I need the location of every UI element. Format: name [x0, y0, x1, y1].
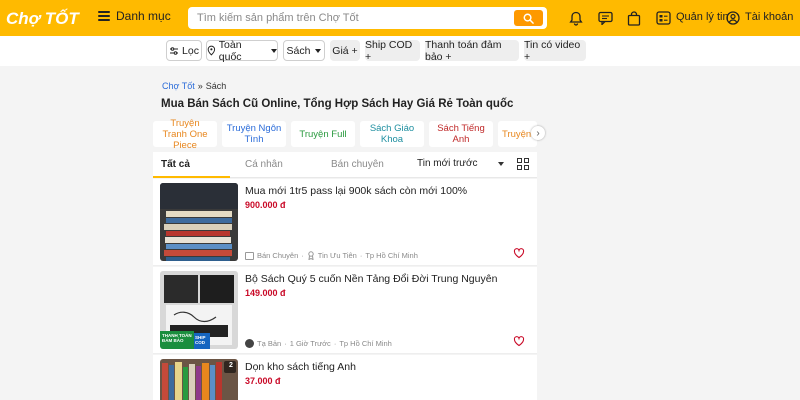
category-chip-ngon-tinh[interactable]: Truyện Ngôn Tình: [222, 121, 286, 147]
filter-bar: Lọc Toàn quốc Sách Giá + Ship COD + Than…: [0, 36, 800, 66]
sort-dropdown[interactable]: Tin mới trước: [417, 158, 478, 169]
filter-button[interactable]: Lọc: [166, 40, 202, 61]
priority-badge-icon: [308, 251, 314, 260]
category-dropdown[interactable]: Sách: [283, 40, 325, 61]
listing-location: Tp Hồ Chí Minh: [339, 339, 392, 348]
top-header: Chợ TỐT Danh mục Tìm kiếm sản phẩm trên …: [0, 0, 800, 36]
search-button[interactable]: [514, 10, 543, 26]
listing-tabs: Tất cả Cá nhân Bán chuyên Tin mới trước: [153, 152, 537, 178]
listing-item[interactable]: Mua mới 1tr5 pass lại 900k sách còn mới …: [153, 179, 537, 266]
listing-badge: Tin Ưu Tiên: [317, 251, 357, 260]
meta-dot: ·: [301, 251, 304, 260]
chevron-down-icon: [271, 48, 277, 53]
search-box[interactable]: Tìm kiếm sản phẩm trên Chợ Tốt: [188, 7, 547, 29]
seller-avatar: [245, 339, 254, 348]
chevron-right-icon[interactable]: ›: [531, 126, 545, 140]
meta-dot: ·: [359, 251, 363, 260]
category-menu-label: Danh mục: [116, 9, 171, 23]
listing-seller: Bán Chuyên: [257, 251, 299, 260]
listing-price: 149.000 đ: [245, 288, 286, 298]
video-filter-chip[interactable]: Tin có video +: [524, 39, 586, 63]
listing-seller: Tạ Bản: [257, 339, 282, 348]
filter-icon: [170, 46, 179, 55]
ship-cod-tag: SHIP COD: [195, 335, 206, 345]
active-tab-indicator: [153, 176, 230, 178]
category-label: Sách: [286, 44, 311, 57]
image-count: 2: [229, 362, 233, 369]
listing-title[interactable]: Dọn kho sách tiếng Anh: [245, 361, 356, 373]
page-title: Mua Bán Sách Cũ Online, Tổng Hợp Sách Ha…: [161, 98, 514, 110]
manage-listings-link[interactable]: Quản lý tin: [676, 11, 729, 23]
listing-item[interactable]: 2 Dọn kho sách tiếng Anh 37.000 đ: [153, 355, 537, 400]
bag-icon[interactable]: [626, 10, 642, 26]
search-input[interactable]: Tìm kiếm sản phẩm trên Chợ Tốt: [197, 12, 359, 24]
breadcrumb-current: Sách: [205, 81, 227, 91]
meta-dot: ·: [333, 339, 337, 348]
listing-price: 37.000 đ: [245, 376, 281, 386]
location-pin-icon: [207, 45, 216, 56]
breadcrumb-home[interactable]: Chợ Tốt: [162, 81, 195, 91]
chat-icon[interactable]: [597, 10, 613, 26]
heart-icon[interactable]: [513, 335, 525, 347]
category-chip-one-piece[interactable]: Truyện Tranh One Piece: [153, 118, 217, 151]
listing-price: 900.000 đ: [245, 200, 286, 210]
listing-title[interactable]: Bộ Sách Quý 5 cuốn Nền Tảng Đổi Đời Trun…: [245, 273, 497, 285]
location-label: Toàn quốc: [218, 38, 242, 63]
listing-title[interactable]: Mua mới 1tr5 pass lại 900k sách còn mới …: [245, 185, 467, 197]
grid-view-icon[interactable]: [517, 158, 529, 170]
tab-all[interactable]: Tất cả: [161, 159, 190, 170]
hamburger-icon: [98, 11, 110, 21]
filter-label: Lọc: [182, 44, 199, 57]
breadcrumb: Chợ Tốt» Sách: [162, 81, 226, 91]
shop-icon: [245, 251, 254, 260]
meta-dot: ·: [284, 339, 287, 348]
listing-item[interactable]: THANH TOÁN ĐẢM BẢO SHIP COD Bộ Sách Quý …: [153, 267, 537, 354]
location-dropdown[interactable]: Toàn quốc: [206, 38, 278, 63]
chevron-down-icon: [498, 162, 504, 166]
listing-meta: Bán Chuyên · Tin Ưu Tiên · Tp Hồ Chí Min…: [245, 251, 418, 260]
payment-guarantee-tag: THANH TOÁN ĐẢM BẢO: [162, 333, 192, 343]
listing-location: Tp Hồ Chí Minh: [365, 251, 418, 260]
category-chip-truyen-full[interactable]: Truyện Full: [291, 121, 355, 147]
search-icon: [523, 13, 534, 24]
price-filter-chip[interactable]: Giá +: [330, 40, 360, 61]
listing-thumbnail[interactable]: [160, 359, 238, 400]
category-chip-sach-giao-khoa[interactable]: Sách Giáo Khoa: [360, 121, 424, 147]
heart-icon[interactable]: [513, 247, 525, 259]
tab-personal[interactable]: Cá nhân: [245, 159, 283, 170]
chotot-logo[interactable]: Chợ TỐT: [6, 8, 88, 28]
listing-time: 1 Giờ Trước: [289, 339, 331, 348]
bell-icon[interactable]: [568, 10, 584, 26]
tab-professional[interactable]: Bán chuyên: [331, 159, 384, 170]
ship-cod-filter-chip[interactable]: Ship COD +: [365, 39, 420, 63]
svg-text:Chợ TỐT: Chợ TỐT: [6, 9, 80, 28]
payment-guarantee-filter-chip[interactable]: Thanh toán đảm bảo +: [425, 39, 519, 63]
account-icon[interactable]: [725, 10, 741, 26]
category-menu[interactable]: Danh mục: [98, 9, 171, 23]
account-link[interactable]: Tài khoản: [745, 11, 793, 23]
chevron-down-icon: [315, 48, 322, 53]
manage-icon[interactable]: [655, 10, 671, 26]
category-chip-sach-tieng-anh[interactable]: Sách Tiếng Anh: [429, 121, 493, 147]
listing-meta: Tạ Bản · 1 Giờ Trước · Tp Hồ Chí Minh: [245, 339, 392, 348]
listing-thumbnail[interactable]: [160, 183, 238, 261]
breadcrumb-separator: »: [197, 81, 203, 91]
